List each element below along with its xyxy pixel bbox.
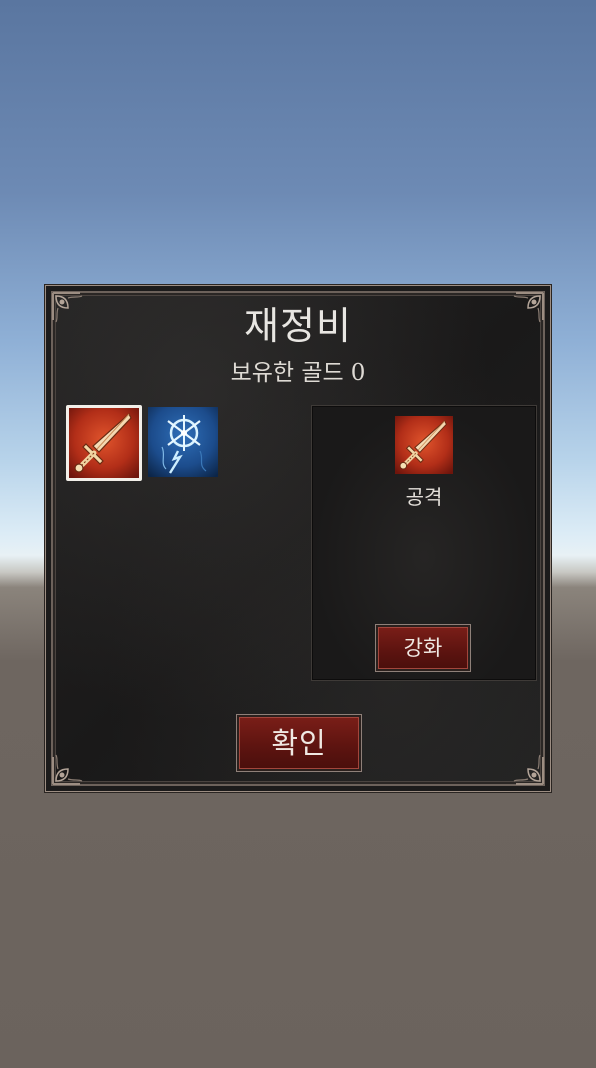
sword-icon <box>395 416 453 474</box>
gold-label: 보유한 골드 <box>230 360 344 386</box>
upgrade-button[interactable]: 강화 <box>376 625 470 671</box>
gold-display: 보유한 골드 0 <box>46 358 550 388</box>
refit-dialog: 재정비 보유한 골드 0 공격 강화 확인 <box>45 285 551 792</box>
gold-value: 0 <box>350 360 366 386</box>
skill-detail-panel: 공격 강화 <box>311 405 537 681</box>
lightning-rune-icon <box>148 407 218 477</box>
dialog-title: 재정비 <box>244 304 352 348</box>
corner-ornament-icon <box>50 745 92 787</box>
skill-name: 공격 <box>405 485 443 509</box>
sword-icon <box>69 408 139 478</box>
skill-slot-sword[interactable] <box>66 405 142 481</box>
confirm-button[interactable]: 확인 <box>237 715 361 771</box>
corner-ornament-icon <box>504 745 546 787</box>
skill-slot-lightning-magic[interactable] <box>148 407 218 477</box>
